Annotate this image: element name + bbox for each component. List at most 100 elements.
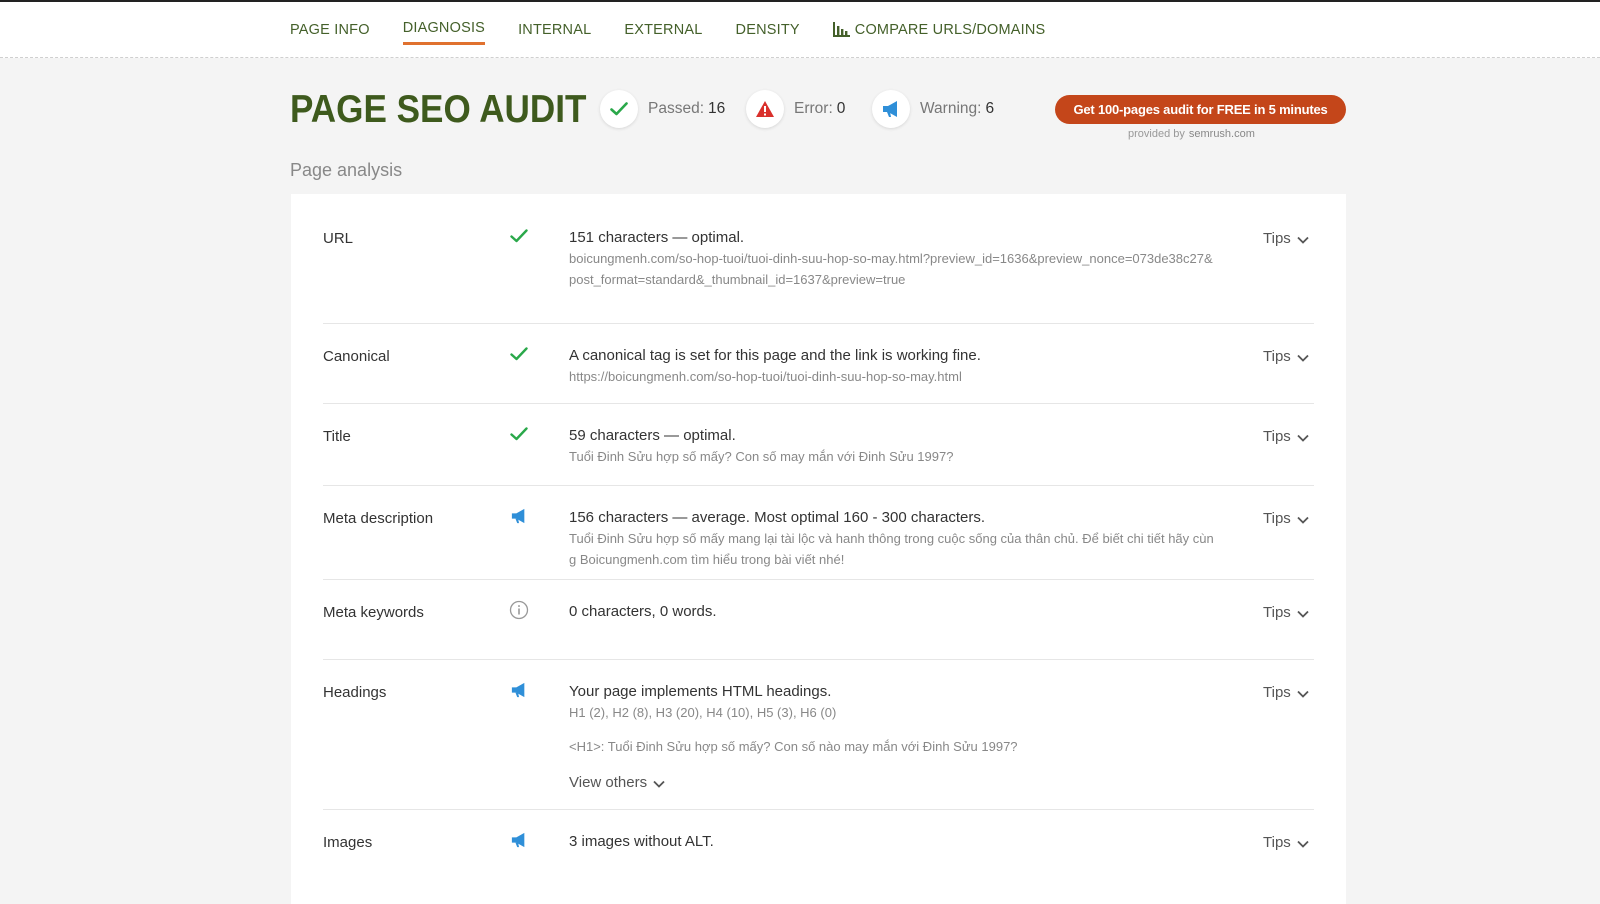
warning-count: 6: [985, 100, 995, 117]
check-icon: [510, 427, 528, 441]
row-summary: A canonical tag is set for this page and…: [569, 347, 981, 364]
view-others-label: View others: [569, 774, 648, 791]
analysis-panel: URL 151 characters — optimal. boicungmen…: [291, 194, 1346, 904]
status-info: [507, 598, 531, 622]
passed-badge: [600, 90, 638, 128]
tips-label: Tips: [1263, 510, 1291, 527]
chevron-down-icon: [1297, 354, 1309, 362]
tab-label: COMPARE URLS/DOMAINS: [854, 21, 1046, 38]
row-summary: 156 characters — average. Most optimal 1…: [569, 509, 986, 526]
provided-by-label: provided by: [1128, 128, 1185, 140]
tab-density[interactable]: DENSITY: [736, 20, 800, 45]
analysis-row-meta-keywords: Meta keywords 0 characters, 0 words. Tip…: [323, 580, 1314, 660]
status-passed: [507, 342, 531, 366]
row-label: Canonical: [323, 348, 390, 365]
tips-label: Tips: [1263, 604, 1291, 621]
tab-page-info[interactable]: PAGE INFO: [290, 20, 370, 45]
error-label: Error:: [794, 100, 833, 117]
tab-label: DIAGNOSIS: [402, 20, 486, 36]
status-warning: [507, 828, 531, 852]
tab-diagnosis[interactable]: DIAGNOSIS: [402, 20, 486, 45]
tab-label: PAGE INFO: [290, 21, 370, 38]
row-detail: https://boicungmenh.com/so-hop-tuoi/tuoi…: [569, 369, 962, 384]
provider-link[interactable]: semrush.com: [1189, 128, 1255, 140]
free-audit-button[interactable]: Get 100-pages audit for FREE in 5 minute…: [1055, 95, 1346, 124]
audit-header: PAGE SEO AUDIT Passed: 16 Error: 0 Warni…: [290, 88, 1346, 148]
tab-external[interactable]: EXTERNAL: [624, 20, 702, 45]
section-title: Page analysis: [290, 160, 403, 180]
row-content: Your page implements HTML headings. H1 (…: [569, 682, 1214, 792]
check-icon: [510, 229, 528, 243]
top-nav-bar: PAGE INFO DIAGNOSIS INTERNAL EXTERNAL DE…: [0, 0, 1600, 58]
tips-toggle[interactable]: Tips: [1263, 510, 1309, 527]
chevron-down-icon: [1297, 516, 1309, 524]
row-detail: boicungmenh.com/so-hop-tuoi/tuoi-dinh-su…: [569, 251, 1213, 287]
row-content: A canonical tag is set for this page and…: [569, 346, 1214, 387]
tips-toggle[interactable]: Tips: [1263, 428, 1309, 445]
analysis-row-title: Title 59 characters — optimal. Tuổi Đinh…: [323, 404, 1314, 486]
warning-label: Warning:: [920, 100, 982, 117]
page-title: PAGE SEO AUDIT: [290, 88, 587, 131]
row-label: Meta keywords: [323, 604, 424, 621]
row-summary: 3 images without ALT.: [569, 833, 714, 850]
row-label: URL: [323, 230, 354, 247]
chevron-down-icon: [1297, 690, 1309, 698]
megaphone-icon: [511, 508, 525, 524]
warning-stat: Warning: 6: [872, 90, 994, 128]
row-summary: 151 characters — optimal.: [569, 229, 745, 246]
tab-compare-urls-domains[interactable]: COMPARE URLS/DOMAINS: [832, 20, 1046, 45]
nav-tabs: PAGE INFO DIAGNOSIS INTERNAL EXTERNAL DE…: [290, 20, 1078, 45]
chevron-down-icon: [1297, 434, 1309, 442]
provided-by: provided by semrush.com: [1128, 128, 1255, 140]
row-detail: Tuổi Đinh Sửu hợp số mấy mang lại tài lộ…: [569, 531, 1214, 567]
error-badge: [746, 90, 784, 128]
row-summary: 0 characters, 0 words.: [569, 603, 717, 620]
row-label: Images: [323, 834, 373, 851]
tab-internal[interactable]: INTERNAL: [518, 20, 591, 45]
status-warning: [507, 504, 531, 528]
warning-triangle-icon: [756, 101, 774, 117]
row-content: 156 characters — average. Most optimal 1…: [569, 508, 1214, 570]
tips-label: Tips: [1263, 428, 1291, 445]
analysis-row-url: URL 151 characters — optimal. boicungmen…: [323, 194, 1314, 324]
row-content: 3 images without ALT.: [569, 832, 1214, 852]
row-label: Headings: [323, 684, 387, 701]
tab-label: DENSITY: [735, 21, 800, 38]
tips-toggle[interactable]: Tips: [1263, 348, 1309, 365]
tips-label: Tips: [1263, 684, 1291, 701]
row-summary: 59 characters — optimal.: [569, 427, 736, 444]
tips-toggle[interactable]: Tips: [1263, 604, 1309, 621]
status-passed: [507, 224, 531, 248]
chevron-down-icon: [653, 780, 665, 788]
passed-stat: Passed: 16: [600, 90, 725, 128]
megaphone-icon: [883, 101, 897, 117]
tips-toggle[interactable]: Tips: [1263, 834, 1309, 851]
chevron-down-icon: [1297, 236, 1309, 244]
analysis-row-canonical: Canonical A canonical tag is set for thi…: [323, 324, 1314, 404]
megaphone-icon: [511, 832, 525, 848]
check-icon: [610, 102, 628, 116]
error-stat: Error: 0: [746, 90, 845, 128]
h1-preview: <H1>: Tuổi Đinh Sửu hợp số mấy? Con số n…: [569, 739, 1018, 754]
tips-label: Tips: [1263, 348, 1291, 365]
analysis-row-meta-description: Meta description 156 characters — averag…: [323, 486, 1314, 580]
check-icon: [510, 347, 528, 361]
tips-label: Tips: [1263, 230, 1291, 247]
row-content: 151 characters — optimal. boicungmenh.co…: [569, 228, 1214, 290]
tab-label: INTERNAL: [518, 21, 592, 38]
chevron-down-icon: [1297, 610, 1309, 618]
tips-toggle[interactable]: Tips: [1263, 230, 1309, 247]
status-warning: [507, 678, 531, 702]
passed-label: Passed:: [648, 100, 705, 117]
status-passed: [507, 422, 531, 446]
row-detail: Tuổi Đinh Sửu hợp số mấy? Con số may mắn…: [569, 449, 954, 464]
row-label: Title: [323, 428, 351, 445]
analysis-row-headings: Headings Your page implements HTML headi…: [323, 660, 1314, 810]
analysis-row-images: Images 3 images without ALT. Tips: [323, 810, 1314, 904]
tips-toggle[interactable]: Tips: [1263, 684, 1309, 701]
warning-badge: [872, 90, 910, 128]
row-content: 0 characters, 0 words.: [569, 602, 1214, 622]
view-others-toggle[interactable]: View others: [569, 774, 665, 791]
row-summary: Your page implements HTML headings.: [569, 683, 832, 700]
megaphone-icon: [511, 682, 525, 698]
